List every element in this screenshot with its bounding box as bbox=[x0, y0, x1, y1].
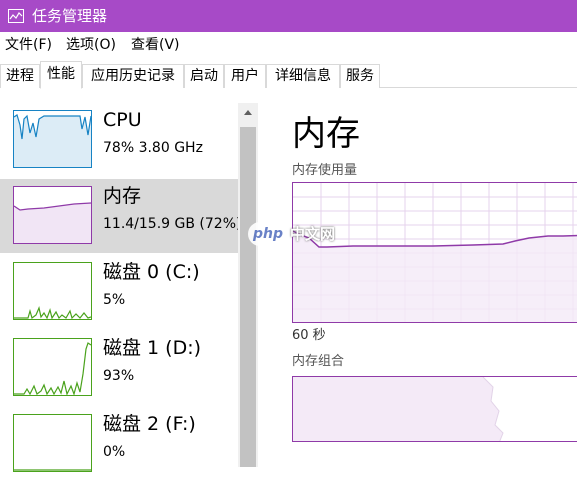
tab-processes[interactable]: 进程 bbox=[0, 64, 40, 88]
tab-startup[interactable]: 启动 bbox=[184, 64, 224, 88]
sidebar-item-value: 93% bbox=[103, 368, 135, 384]
tab-services[interactable]: 服务 bbox=[340, 64, 380, 88]
scrollbar-thumb[interactable] bbox=[240, 127, 256, 467]
sidebar-item-memory[interactable]: 内存 11.4/15.9 GB (72%) bbox=[0, 179, 242, 253]
sidebar-item-label: 磁盘 0 (C:) bbox=[103, 261, 200, 283]
memory-detail-pane: 内存 内存使用量 60 秒 内存组合 bbox=[268, 89, 577, 467]
sidebar-item-disk-2[interactable]: 磁盘 2 (F:) 0% bbox=[0, 407, 238, 481]
sidebar-item-label: CPU bbox=[103, 109, 142, 131]
php-watermark: php 中文网 bbox=[248, 220, 336, 248]
tab-bar: 进程 性能 应用历史记录 启动 用户 详细信息 服务 bbox=[0, 58, 577, 89]
page-title: 内存 bbox=[292, 114, 360, 154]
menu-options[interactable]: 选项(O) bbox=[66, 36, 116, 54]
window-title: 任务管理器 bbox=[32, 7, 108, 25]
memory-composition-bar bbox=[292, 376, 577, 442]
sidebar-item-label: 内存 bbox=[103, 185, 142, 207]
sidebar-item-value: 11.4/15.9 GB (72%) bbox=[103, 216, 242, 232]
resource-list: CPU 78% 3.80 GHz 内存 11.4/15.9 GB (72%) 磁… bbox=[0, 89, 258, 472]
sidebar-scrollbar[interactable] bbox=[238, 103, 258, 467]
tab-users[interactable]: 用户 bbox=[224, 64, 266, 88]
menu-file[interactable]: 文件(F) bbox=[5, 36, 52, 54]
menu-bar: 文件(F) 选项(O) 查看(V) bbox=[0, 32, 577, 58]
sidebar-item-label: 磁盘 2 (F:) bbox=[103, 413, 196, 435]
sidebar-item-disk-1[interactable]: 磁盘 1 (D:) 93% bbox=[0, 331, 238, 405]
memory-usage-graph bbox=[292, 182, 577, 323]
sidebar-item-value: 0% bbox=[103, 444, 126, 460]
memory-thumbnail-graph bbox=[13, 186, 92, 244]
time-span-label: 60 秒 bbox=[292, 328, 326, 343]
tab-details[interactable]: 详细信息 bbox=[266, 64, 340, 88]
title-bar: 任务管理器 bbox=[0, 0, 577, 32]
tab-performance[interactable]: 性能 bbox=[40, 61, 82, 89]
scroll-up-arrow-icon[interactable] bbox=[238, 103, 258, 123]
sidebar-item-value: 5% bbox=[103, 292, 126, 308]
disk-1-thumbnail-graph bbox=[13, 338, 92, 396]
disk-2-thumbnail-graph bbox=[13, 414, 92, 472]
watermark-text: 中文网 bbox=[290, 225, 336, 243]
sidebar-item-value: 78% 3.80 GHz bbox=[103, 140, 203, 156]
tab-app-history[interactable]: 应用历史记录 bbox=[82, 64, 184, 88]
sidebar-item-label: 磁盘 1 (D:) bbox=[103, 337, 202, 359]
sidebar-item-disk-0[interactable]: 磁盘 0 (C:) 5% bbox=[0, 255, 238, 329]
sidebar-item-cpu[interactable]: CPU 78% 3.80 GHz bbox=[0, 103, 238, 177]
pane-splitter[interactable] bbox=[258, 89, 268, 467]
memory-composition-label: 内存组合 bbox=[292, 354, 345, 369]
cpu-thumbnail-graph bbox=[13, 110, 92, 168]
memory-usage-label: 内存使用量 bbox=[292, 163, 358, 178]
menu-view[interactable]: 查看(V) bbox=[131, 36, 180, 54]
disk-0-thumbnail-graph bbox=[13, 262, 92, 320]
watermark-badge: php bbox=[248, 222, 288, 246]
task-manager-icon bbox=[8, 9, 24, 23]
